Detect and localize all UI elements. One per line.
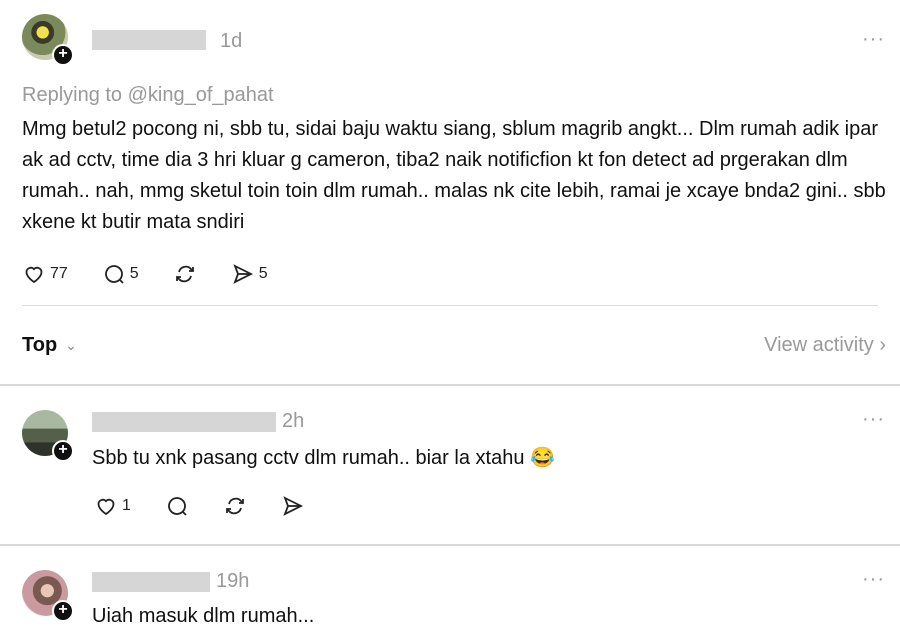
follow-plus-icon[interactable]: + xyxy=(52,440,74,462)
comment-more-options-icon[interactable]: ··· xyxy=(862,408,885,431)
comment-time: 2h xyxy=(282,410,305,432)
share-button[interactable] xyxy=(281,494,305,518)
post-time: 1d xyxy=(220,30,243,52)
repost-button[interactable] xyxy=(173,262,197,286)
comment-more-options-icon[interactable]: ··· xyxy=(862,568,885,591)
comment-actions: 1 xyxy=(94,494,339,518)
post-more-options-icon[interactable]: ··· xyxy=(862,28,885,51)
reply-count: 5 xyxy=(129,265,139,282)
reply-button[interactable]: 5 xyxy=(102,262,139,286)
comment-body: Sbb tu xnk pasang cctv dlm rumah.. biar … xyxy=(92,447,555,469)
replying-to[interactable]: Replying to @king_of_pahat xyxy=(22,84,274,107)
post-body: Mmg betul2 pocong ni, sbb tu, sidai baju… xyxy=(22,118,886,233)
share-count: 5 xyxy=(258,265,268,282)
like-button[interactable]: 1 xyxy=(94,494,131,518)
share-button[interactable]: 5 xyxy=(231,262,268,286)
section-divider xyxy=(0,544,900,546)
like-count: 77 xyxy=(50,265,68,282)
post-actions: 77 5 5 xyxy=(22,262,302,286)
comment-author-name-redacted[interactable] xyxy=(92,572,210,592)
comment-author-avatar[interactable]: + xyxy=(22,410,74,462)
divider xyxy=(22,305,878,306)
repost-button[interactable] xyxy=(223,494,247,518)
send-icon xyxy=(233,264,253,284)
like-button[interactable]: 77 xyxy=(22,262,68,286)
reply-button[interactable] xyxy=(165,494,189,518)
follow-plus-icon[interactable]: + xyxy=(52,600,74,622)
comment-author-name-redacted[interactable] xyxy=(92,412,276,432)
heart-icon xyxy=(25,266,43,284)
heart-icon xyxy=(97,498,115,516)
like-count: 1 xyxy=(122,497,131,514)
comment-icon xyxy=(168,497,187,516)
chevron-down-icon: ⌄ xyxy=(65,337,77,353)
comment-body: Uiah masuk dlm rumah... xyxy=(92,605,315,627)
post-author-name-redacted[interactable] xyxy=(92,30,206,50)
repost-icon xyxy=(175,265,194,283)
repost-icon xyxy=(226,497,244,515)
send-icon xyxy=(283,496,303,516)
comment-icon xyxy=(104,265,124,284)
sort-dropdown[interactable]: Top ⌄ xyxy=(22,334,77,357)
comment-author-avatar[interactable]: + xyxy=(22,570,74,622)
comment-time: 19h xyxy=(216,570,250,592)
sort-label: Top xyxy=(22,334,58,356)
view-activity-link[interactable]: View activity › xyxy=(764,334,886,357)
follow-plus-icon[interactable]: + xyxy=(52,44,74,66)
section-divider xyxy=(0,384,900,386)
post-author-avatar[interactable]: + xyxy=(22,14,74,66)
